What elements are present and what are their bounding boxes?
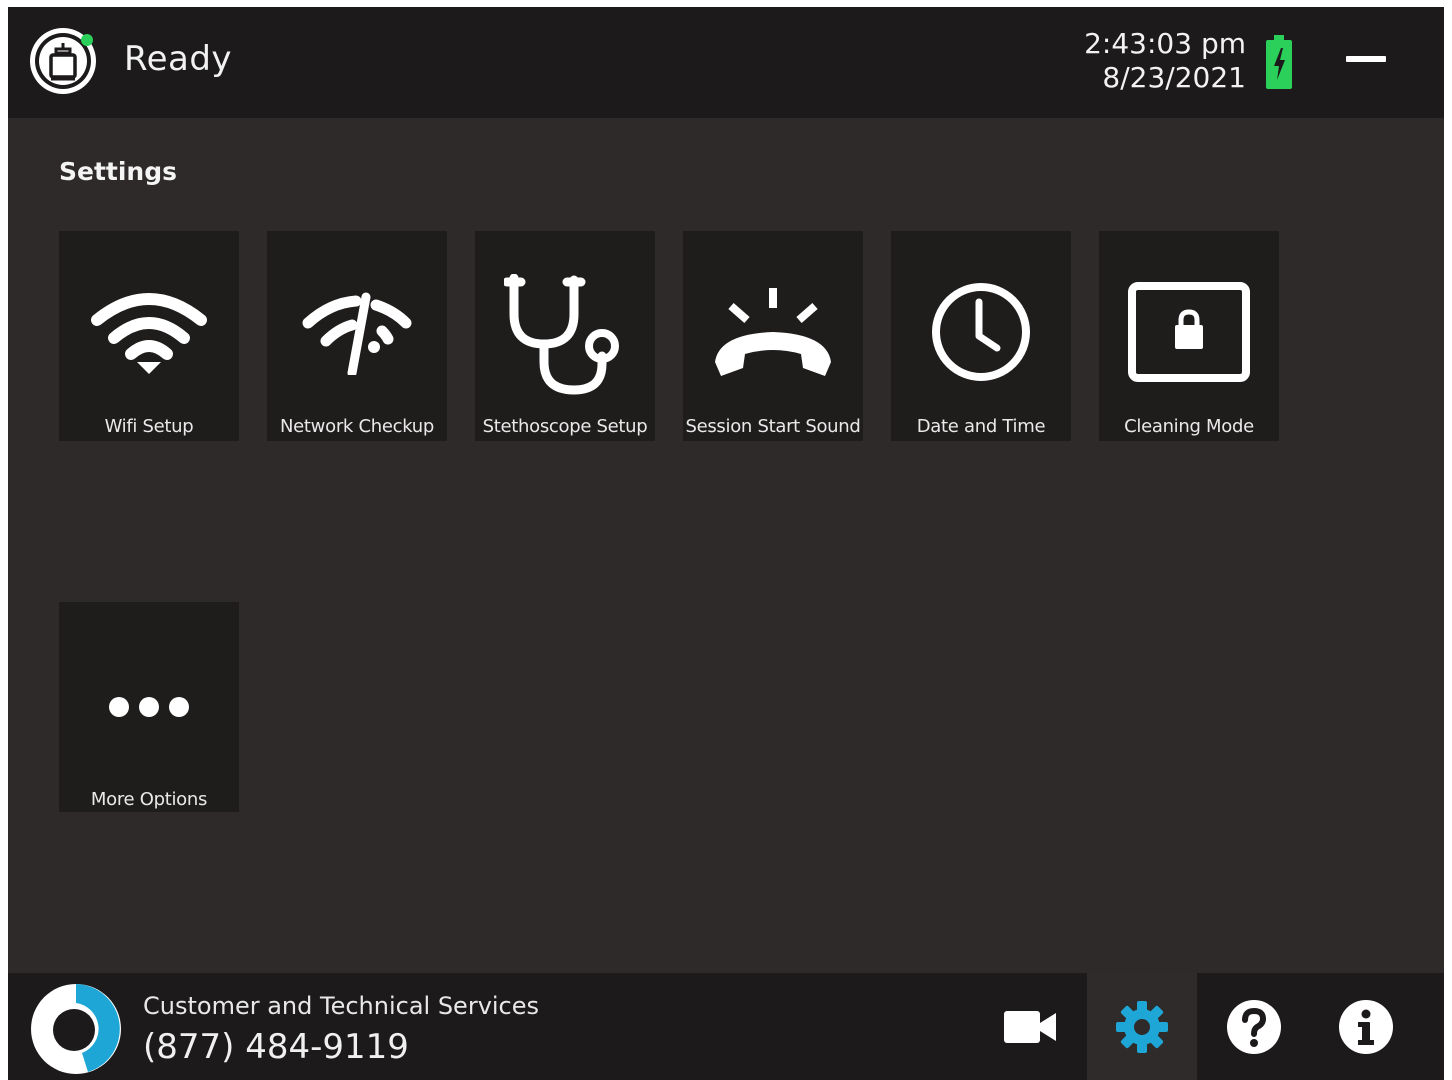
info-icon: [1339, 999, 1393, 1054]
tile-label: Network Checkup: [279, 416, 435, 437]
tile-label: Wifi Setup: [104, 416, 194, 437]
phone-ring-icon: [715, 288, 831, 376]
clock-icon: [932, 283, 1030, 381]
tile-wifi-setup[interactable]: Wifi Setup: [59, 231, 239, 441]
gear-icon: [1116, 1000, 1168, 1053]
tile-label: More Options: [90, 789, 208, 810]
tile-label: Date and Time: [916, 416, 1046, 437]
tile-stethoscope-setup[interactable]: Stethoscope Setup: [475, 231, 655, 441]
support-title: Customer and Technical Services: [143, 992, 540, 1020]
tile-network-checkup[interactable]: Network Checkup: [267, 231, 447, 441]
video-camera-icon: [1004, 1010, 1056, 1043]
tile-cleaning-mode[interactable]: Cleaning Mode: [1099, 231, 1279, 441]
video-button[interactable]: [976, 973, 1086, 1080]
network-checkup-icon: [302, 292, 412, 375]
info-button[interactable]: [1311, 973, 1421, 1080]
ellipsis-icon: [109, 697, 189, 717]
page-title: Settings: [59, 157, 178, 186]
settings-button[interactable]: [1087, 973, 1197, 1080]
company-logo-icon: [31, 984, 121, 1074]
wifi-icon: [91, 293, 207, 374]
battery-charging-icon: [1266, 35, 1292, 89]
date-text: 8/23/2021: [1102, 61, 1246, 94]
question-icon: [1227, 999, 1281, 1054]
kiosk-screen: Ready 2:43:03 pm 8/23/2021 Settings Wifi…: [8, 7, 1444, 1080]
bottom-bar: Customer and Technical Services (877) 48…: [8, 973, 1444, 1080]
tile-label: Session Start Sound: [685, 416, 861, 437]
time-text: 2:43:03 pm: [1084, 27, 1246, 60]
tile-session-start-sound[interactable]: Session Start Sound: [683, 231, 863, 441]
support-phone: (877) 484-9119: [143, 1027, 409, 1067]
clock: 2:43:03 pm 8/23/2021: [1084, 27, 1246, 95]
tile-label: Cleaning Mode: [1124, 416, 1254, 437]
minimize-button[interactable]: [1346, 56, 1386, 62]
tile-date-and-time[interactable]: Date and Time: [891, 231, 1071, 441]
help-button[interactable]: [1199, 973, 1309, 1080]
top-bar: Ready 2:43:03 pm 8/23/2021: [8, 7, 1444, 118]
stethoscope-icon: [504, 274, 619, 395]
status-indicator-dot: [81, 34, 93, 46]
status-text: Ready: [124, 39, 233, 79]
tile-more-options[interactable]: More Options: [59, 602, 239, 812]
screen-lock-icon: [1128, 282, 1250, 382]
tile-label: Stethoscope Setup: [482, 416, 648, 437]
